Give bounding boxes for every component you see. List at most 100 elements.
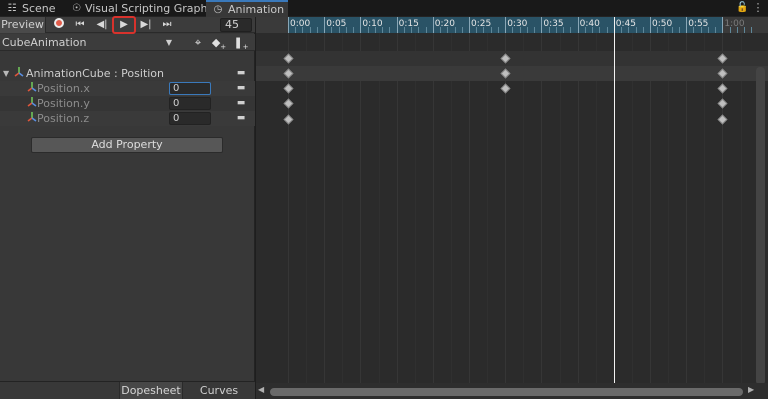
ruler-tick-label: 0:40 [579,19,600,29]
grid-line [324,33,326,383]
grid-line [396,33,398,383]
transform-icon [14,67,24,77]
ruler-tick-label: 0:50 [652,19,673,29]
options-icon[interactable]: ▬ [236,96,246,111]
add-event-button[interactable]: ❚+ [232,35,250,52]
ruler-tick [324,17,326,33]
keyframe-diamond[interactable] [283,98,293,108]
ruler-tick [396,17,398,33]
keyframe-diamond[interactable] [500,83,511,93]
last-keyframe-button[interactable]: ⏭ [157,17,177,33]
skip-end-icon: ⏭ [162,19,172,30]
preview-button[interactable]: Preview [0,17,46,33]
options-icon[interactable]: ▬ [236,111,246,126]
kebab-menu-icon[interactable]: ⋮ [752,1,764,15]
ruler-tick [432,17,434,33]
grid-line-minor [668,33,670,383]
property-pane: Preview ⏮ ◀​| ▶ ▶| ⏭ 45 CubeAnimation ▼ … [0,16,255,399]
grid-line-minor [414,33,416,383]
property-group-header[interactable]: ▼ AnimationCube : Position ▬ [0,66,255,81]
tab-scene[interactable]: ☷ Scene [0,0,60,17]
property-value-field[interactable]: 0 [169,112,211,125]
transform-icon [27,97,37,107]
clip-name: CubeAnimation [2,36,87,49]
property-value-field[interactable]: 0 [169,97,211,110]
previous-keyframe-button[interactable]: ◀​| [92,17,112,33]
tab-curves[interactable]: Curves [186,382,252,399]
grid-line-minor [378,33,380,383]
ruler-tick-label: 0:30 [507,19,528,29]
grid-line [360,33,362,383]
play-button[interactable]: ▶ [112,16,136,34]
next-keyframe-button[interactable]: ▶| [136,17,156,33]
grid-line [650,33,651,383]
grid-line-minor [740,33,742,383]
keyframe-tracks[interactable] [256,33,768,383]
dopesheet-timeline[interactable]: 0:00 0:05 0:10 0:15 0:20 0:25 0:30 0:35 0:40 0:45… [256,17,768,399]
keyframe-diamond[interactable] [283,114,293,124]
tab-animation-label: Animation [228,3,285,16]
record-button[interactable] [49,17,69,33]
grid-line-minor [306,33,308,383]
clip-dropdown[interactable]: CubeAnimation ▼ [2,35,172,50]
ruler-tick [360,17,362,33]
keyframe-diamond[interactable] [717,98,728,108]
ruler-tick [505,17,507,33]
grid-line-minor [704,33,706,383]
ruler-tick-label: 0:55 [688,19,709,29]
skip-start-icon: ⏮ [75,19,85,30]
tab-dopesheet[interactable]: Dopesheet [119,382,183,399]
tab-visual-scripting-graph[interactable]: ☉ Visual Scripting Graph [66,0,207,17]
tab-animation[interactable]: ◷ Animation [206,0,288,17]
ruler-tick-label: 0:10 [362,19,383,29]
scroll-left-icon[interactable]: ◀ [258,385,268,397]
property-label: Position.x [37,82,90,95]
grid-line-minor [595,33,597,383]
lock-icon[interactable]: 🔓 [736,2,748,14]
add-property-button[interactable]: Add Property [31,137,223,153]
add-event-icon: ❚+ [233,36,249,52]
keyframe-diamond[interactable] [283,83,293,93]
options-icon[interactable]: ▬ [236,66,246,81]
ruler-tick-label: 0:00 [290,19,311,29]
ruler-tick [288,17,289,33]
property-row[interactable]: Position.x 0 ▬ [0,81,255,96]
grid-icon: ☷ [7,3,17,14]
playhead[interactable] [613,17,615,386]
ruler-tick-label: 0:20 [434,19,456,29]
ruler-tick-label: 0:35 [543,19,564,29]
ruler-tick-label: 0:15 [398,19,419,29]
ruler-tick-label: 0:05 [326,19,347,29]
grid-line [577,33,579,383]
scroll-right-icon[interactable]: ▶ [748,385,758,397]
ruler-tick [686,17,688,33]
tab-scene-label: Scene [22,2,56,15]
property-row[interactable]: Position.y 0 ▬ [0,96,255,111]
filter-keyframes-button[interactable]: ⌖ [189,35,207,50]
options-icon[interactable]: ▬ [236,81,246,96]
ruler-offset [256,17,288,33]
keyframe-diamond[interactable] [717,83,728,93]
time-ruler[interactable]: 0:00 0:05 0:10 0:15 0:20 0:25 0:30 0:35 0:40 0:45… [256,17,768,33]
summary-track [256,66,768,81]
keyframe-diamond[interactable] [717,114,728,124]
property-label: Position.z [37,112,90,125]
ruler-tick-label: 0:45 [615,19,637,29]
clip-toolbar: CubeAnimation ▼ ⌖ ◆+ ❚+ [0,34,255,51]
step-forward-icon: ▶| [140,19,152,30]
grid-line-minor [631,33,633,383]
frame-number-field[interactable]: 45 [220,18,252,32]
horizontal-scrollbar[interactable] [270,388,743,396]
ruler-tick [469,17,470,33]
vertical-scrollbar[interactable] [756,67,765,385]
add-keyframe-icon: ◆+ [211,36,227,52]
collapse-arrow-icon[interactable]: ▼ [3,66,9,81]
grid-line [541,33,543,383]
graph-icon: ☉ [72,3,81,14]
ruler-tick-label: 0:25 [471,19,492,29]
first-keyframe-button[interactable]: ⏮ [70,17,90,33]
add-keyframe-button[interactable]: ◆+ [210,35,228,52]
property-row[interactable]: Position.z 0 ▬ [0,111,255,126]
property-value-field[interactable]: 0 [169,82,211,95]
grid-line-minor [342,33,344,383]
